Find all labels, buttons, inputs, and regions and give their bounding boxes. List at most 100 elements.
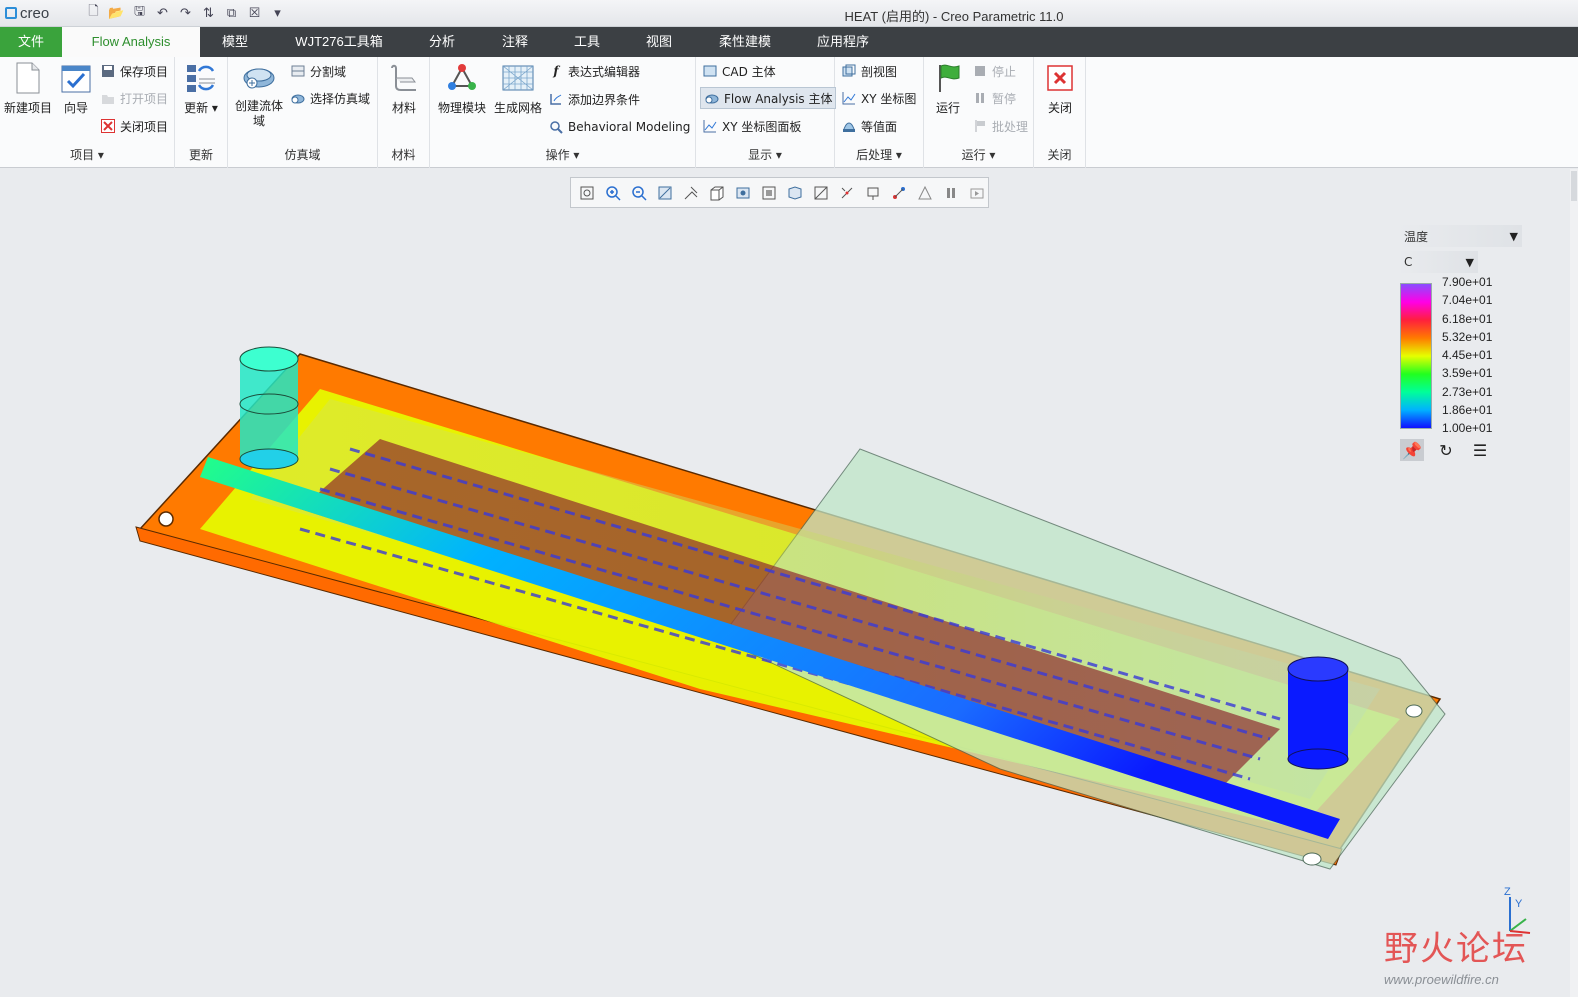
display-style-icon[interactable] [707,183,726,202]
annotation-display-icon[interactable] [811,183,830,202]
boundary-condition-icon [548,91,564,107]
save-project-button[interactable]: 保存项目 [100,60,168,82]
color-band [1401,320,1431,338]
ribbon: 新建项目 向导 保存项目 打开项目 关闭项目 项目 ▾ 更新 ▾ 更新 创建流体… [0,57,1578,168]
stop-button[interactable]: 停止 [972,60,1016,82]
tab-model[interactable]: 模型 [205,27,265,57]
zoom-out-icon[interactable] [629,183,648,202]
scrollbar-thumb[interactable] [1571,171,1577,201]
group-label-display[interactable]: 显示 ▾ [696,146,834,163]
group-label-close: 关闭 [1047,148,1072,162]
batch-button[interactable]: 批处理 [972,115,1028,137]
xy-plot-button[interactable]: XY 坐标图 [841,87,916,109]
menu-icon[interactable]: ☰ [1468,439,1492,461]
tab-file[interactable]: 文件 [0,27,62,57]
green-flag-icon [931,61,965,95]
tab-analysis[interactable]: 分析 [412,27,472,57]
mesh-display-icon[interactable] [915,183,934,202]
color-bar [1400,283,1432,429]
flow-analysis-body-button[interactable]: Flow Analysis 主体 [700,87,837,109]
tab-tools[interactable]: 工具 [557,27,617,57]
expression-editor-button[interactable]: f 表达式编辑器 [548,60,640,82]
cad-body-button[interactable]: CAD 主体 [702,60,776,82]
tab-view[interactable]: 视图 [629,27,689,57]
open-project-button[interactable]: 打开项目 [100,87,168,109]
update-button[interactable]: 更新 ▾ [178,61,224,116]
dropdown-arrow-icon: ▼ [1509,229,1518,243]
save-icon [100,63,116,79]
close-button[interactable]: 关闭 [1038,61,1082,116]
split-domain-icon [290,63,306,79]
legend-tick-label: 1.86e+01 [1442,402,1493,417]
group-label-run[interactable]: 运行 ▾ [924,146,1033,163]
title-bar: creo 🗋 📂 🖫 ↶ ↷ ⇅ ⧉ ☒ ▾ HEAT (启用的) - Creo… [0,0,1578,27]
perspective-icon[interactable] [759,183,778,202]
tab-flow-analysis[interactable]: Flow Analysis [62,27,200,57]
tab-annotate[interactable]: 注释 [485,27,545,57]
split-domain-button[interactable]: 分割域 [290,60,346,82]
ribbon-tabs: 文件 Flow Analysis 模型 WJT276工具箱 分析 注释 工具 视… [0,27,1578,57]
tree-display-icon[interactable] [889,183,908,202]
pause-button[interactable]: 暂停 [972,87,1016,109]
refresh-icon[interactable]: ↻ [1434,439,1458,461]
generate-mesh-button[interactable]: 生成网格 [490,61,546,116]
legend-tick-label: 3.59e+01 [1442,366,1493,381]
playback-icon[interactable] [967,183,986,202]
select-simulation-domain-button[interactable]: 选择仿真域 [290,87,370,109]
outlet-port [1287,656,1349,770]
spin-center-icon[interactable] [863,183,882,202]
group-label-update: 更新 [188,148,213,162]
physics-module-button[interactable]: 物理模块 [434,61,490,116]
color-band [1401,410,1431,428]
flow-body-icon [704,90,720,106]
group-label-simulation-domain: 仿真域 [284,148,321,162]
zoom-in-icon[interactable] [603,183,622,202]
repaint-icon[interactable] [655,183,674,202]
wizard-button[interactable]: 向导 [56,61,96,116]
pause-animation-icon[interactable] [941,183,960,202]
tab-wjt276-toolbox[interactable]: WJT276工具箱 [280,27,398,57]
view-toolbar [570,177,989,208]
forum-watermark: 野火论坛 www.proewildfire.cn [1384,929,1528,987]
close-project-button[interactable]: 关闭项目 [100,115,168,137]
add-boundary-condition-button[interactable]: 添加边界条件 [548,88,640,110]
behavioral-modeling-button[interactable]: Behavioral Modeling [548,116,690,138]
group-display: CAD 主体 Flow Analysis 主体 XY 坐标图面板 显示 ▾ [696,57,837,168]
refit-icon[interactable] [577,183,596,202]
group-simulation-domain: 创建流体域 分割域 选择仿真域 仿真域 [228,57,378,168]
group-label-operations[interactable]: 操作 ▾ [430,146,695,163]
xy-plot-panel-button[interactable]: XY 坐标图面板 [702,115,801,137]
mesh-icon [501,61,535,95]
legend-tick-label: 2.73e+01 [1442,384,1493,399]
section-view-button[interactable]: 剖视图 [841,60,897,82]
unit-selector[interactable]: C ▼ [1398,251,1478,273]
group-label-post-processing[interactable]: 后处理 ▾ [835,146,923,163]
result-legend: 温度 ▼ C ▼ 7.90e+01 7.04e+01 6.18e+01 5.32e+0… [1398,225,1522,461]
new-project-button[interactable]: 新建项目 [2,61,54,116]
section-display-icon[interactable] [785,183,804,202]
pin-icon[interactable]: 📌 [1400,439,1424,461]
tab-applications[interactable]: 应用程序 [803,27,883,57]
run-button[interactable]: 运行 [928,61,968,116]
color-band [1401,284,1431,302]
create-fluid-domain-button[interactable]: 创建流体域 [230,61,288,129]
view-manager-icon[interactable] [733,183,752,202]
tab-flexible-modeling[interactable]: 柔性建模 [705,27,785,57]
material-button[interactable]: 材料 [382,61,426,116]
window-title: HEAT (启用的) - Creo Parametric 11.0 [844,9,1064,24]
quantity-selector[interactable]: 温度 ▼ [1398,225,1522,247]
group-label-project[interactable]: 项目 ▾ [0,146,174,163]
open-folder-icon [100,90,116,106]
color-scale: 7.90e+01 7.04e+01 6.18e+01 5.32e+01 4.45e+01… [1398,275,1522,435]
vertical-scrollbar[interactable] [1570,169,1578,997]
datum-display-icon[interactable] [837,183,856,202]
graphics-viewport[interactable]: 温度 ▼ C ▼ 7.90e+01 7.04e+01 6.18e+01 5.32e+0… [0,169,1578,997]
group-close: 关闭 关闭 [1034,57,1086,168]
close-red-icon [1043,61,1077,95]
iso-surface-icon [841,118,857,134]
iso-surface-button[interactable]: 等值面 [841,115,897,137]
saved-orientations-icon[interactable] [681,183,700,202]
wizard-icon [59,61,93,95]
inlet-port [239,346,299,470]
cooling-plate-model[interactable] [100,329,1460,949]
